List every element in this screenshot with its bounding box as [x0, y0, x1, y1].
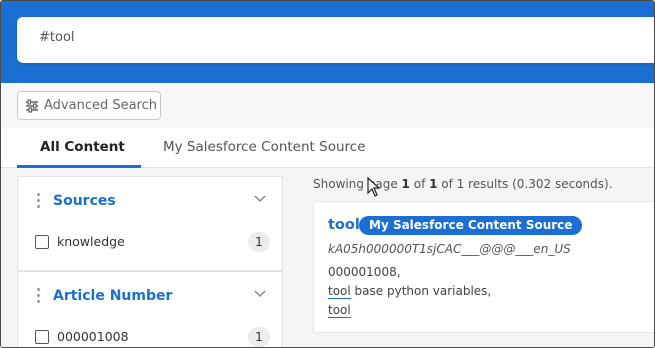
- facet-sources: Sources knowledge 1: [17, 176, 283, 271]
- search-box[interactable]: [17, 17, 654, 63]
- facet-title: Article Number: [53, 288, 173, 304]
- result-excerpt-line: 000001008,: [328, 265, 401, 279]
- result-title-link[interactable]: tool: [328, 217, 360, 233]
- result-excerpt-line: tool base python variables,: [328, 284, 492, 299]
- facet-title: Sources: [53, 193, 116, 209]
- result-card: tool My Salesforce Content Source kA05h0…: [313, 201, 654, 333]
- header-bar: [1, 1, 654, 83]
- result-uri: kA05h000000T1sjCAC___@@@___en_US: [328, 242, 571, 256]
- summary-page: 1: [401, 177, 410, 191]
- result-excerpt-line: tool: [328, 303, 351, 318]
- main-content: Sources knowledge 1 Article Number 00000…: [1, 168, 654, 347]
- advanced-search-label: Advanced Search: [44, 98, 158, 113]
- chevron-down-icon[interactable]: [254, 290, 266, 298]
- count-badge: 1: [248, 232, 270, 252]
- source-badge: My Salesforce Content Source: [359, 216, 583, 235]
- summary-of: of: [409, 177, 430, 191]
- facet-value-label: knowledge: [57, 234, 125, 249]
- summary-prefix: Showing page: [313, 177, 402, 191]
- checkbox[interactable]: [35, 330, 49, 344]
- chevron-down-icon[interactable]: [254, 195, 266, 203]
- mouse-cursor-icon: [367, 177, 381, 197]
- tab-bar: All Content My Salesforce Content Source: [1, 128, 654, 168]
- facet-value-000001008[interactable]: 000001008 1: [35, 327, 270, 347]
- tab-all-content[interactable]: All Content: [40, 139, 125, 155]
- toolbar-row: Advanced Search: [1, 83, 654, 128]
- facet-article-number: Article Number 000001008 1: [17, 271, 283, 347]
- highlight-term: tool: [328, 303, 351, 318]
- checkbox[interactable]: [35, 235, 49, 249]
- sliders-icon: [26, 98, 38, 113]
- drag-handle-icon[interactable]: [37, 193, 41, 209]
- tab-my-salesforce-content-source[interactable]: My Salesforce Content Source: [163, 139, 366, 155]
- drag-handle-icon[interactable]: [37, 288, 41, 304]
- excerpt-text: base python variables,: [350, 284, 492, 298]
- app-window: Advanced Search All Content My Salesforc…: [0, 0, 655, 348]
- summary-suffix: of 1 results (0.302 seconds).: [437, 177, 613, 191]
- highlight-term: tool: [328, 284, 351, 299]
- facet-value-label: 000001008: [57, 329, 129, 344]
- count-badge: 1: [248, 327, 270, 347]
- search-input[interactable]: [39, 30, 439, 45]
- advanced-search-button[interactable]: Advanced Search: [17, 91, 161, 120]
- facet-value-knowledge[interactable]: knowledge 1: [35, 232, 270, 252]
- results-summary: Showing page 1 of 1 of 1 results (0.302 …: [313, 177, 613, 191]
